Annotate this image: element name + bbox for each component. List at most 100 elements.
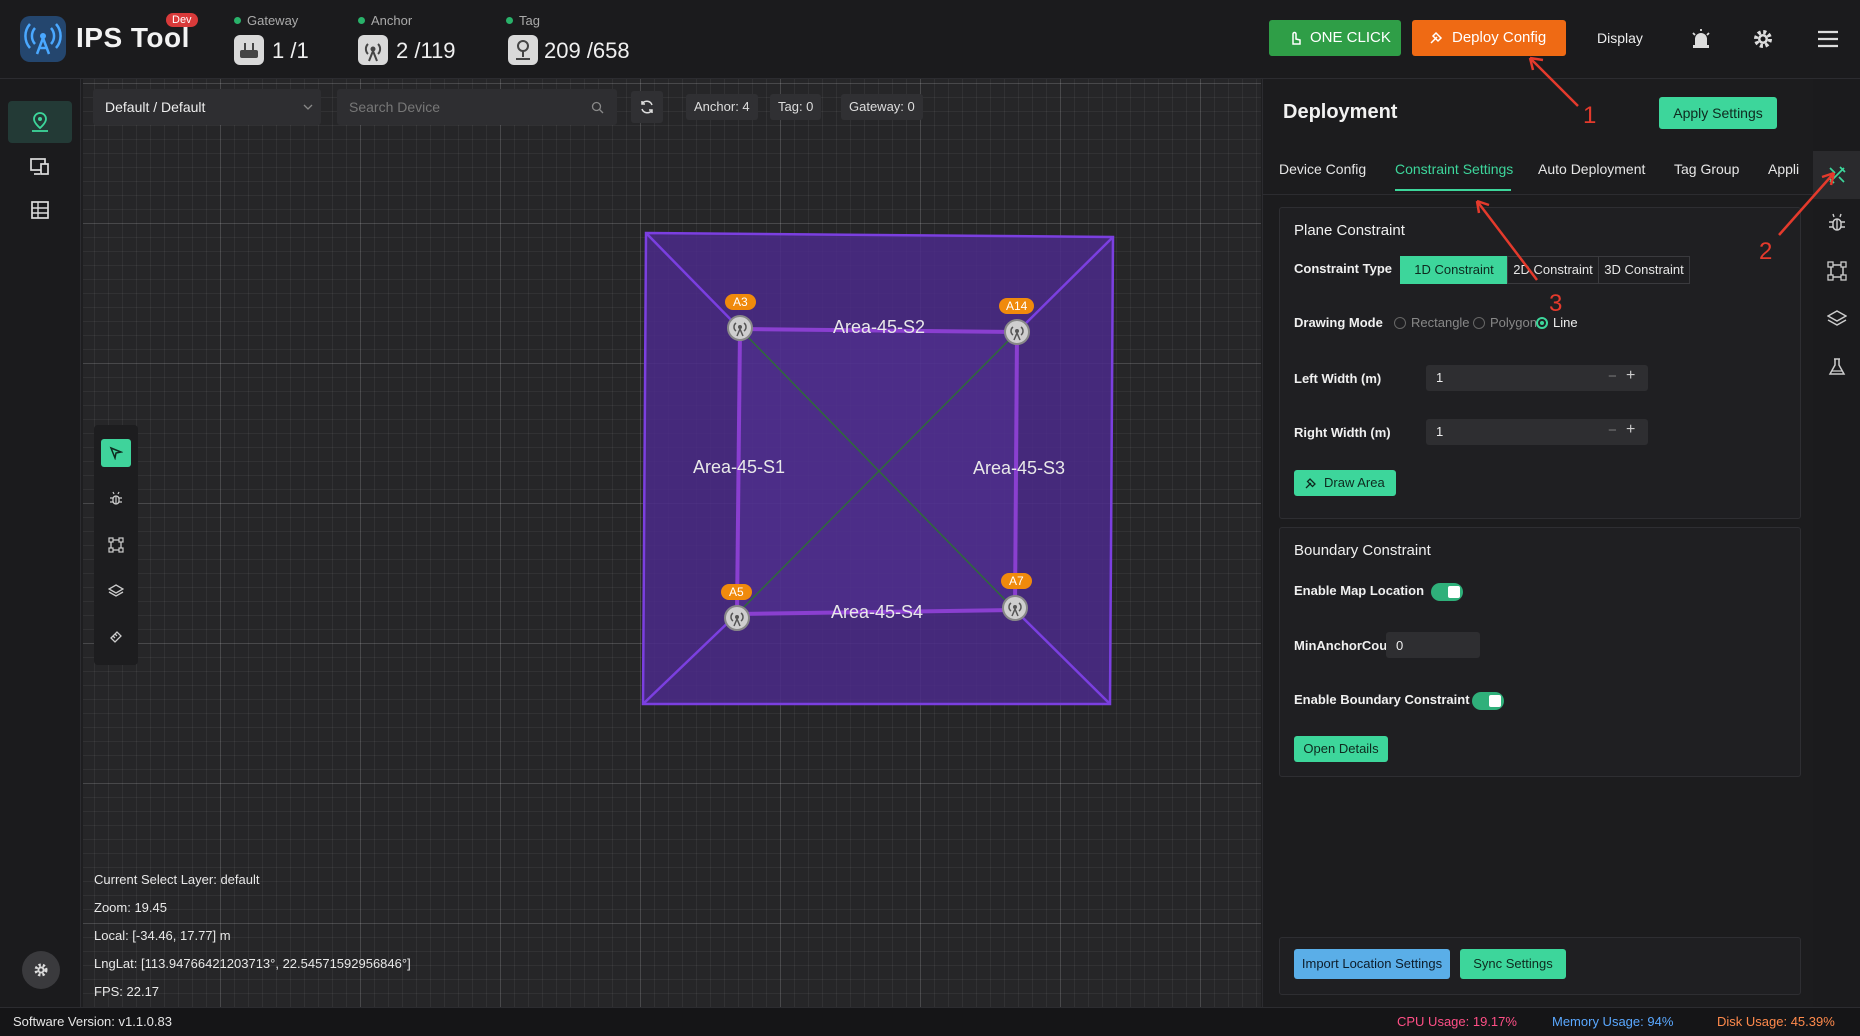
tab-tag-group[interactable]: Tag Group xyxy=(1674,161,1739,177)
fps-info: FPS: 22.17 xyxy=(94,984,160,999)
tab-constraint-settings[interactable]: Constraint Settings xyxy=(1395,161,1513,177)
anchor-a14[interactable]: A14 xyxy=(999,298,1035,314)
software-version: Software Version: v1.1.0.83 xyxy=(13,1014,172,1029)
left-width-value: 1 xyxy=(1436,370,1444,385)
constraint-2d-option[interactable]: 2D Constraint xyxy=(1507,256,1599,284)
enable-boundary-toggle[interactable] xyxy=(1472,692,1504,710)
anchor-a3[interactable]: A3 xyxy=(725,294,756,310)
anchor-badge: A5 xyxy=(721,584,752,600)
anchor-a7[interactable]: A7 xyxy=(1001,573,1032,589)
increment-icon[interactable]: + xyxy=(1626,421,1635,439)
anchor-a5[interactable]: A5 xyxy=(721,584,752,600)
anchor-icon xyxy=(358,35,388,65)
nav-devices[interactable] xyxy=(8,145,72,187)
tab-auto-deployment[interactable]: Auto Deployment xyxy=(1538,161,1645,177)
one-click-button[interactable]: ONE CLICK xyxy=(1269,20,1401,56)
display-button[interactable]: Display xyxy=(1597,30,1643,46)
left-width-input[interactable]: 1 − + xyxy=(1426,365,1648,391)
rail-area-button[interactable] xyxy=(1818,252,1856,290)
dev-badge: Dev xyxy=(166,13,198,27)
polygon-radio-label[interactable]: Polygon xyxy=(1490,315,1537,330)
brush-icon xyxy=(1305,478,1316,489)
tag-stat-label: Tag xyxy=(506,13,540,28)
one-click-label: ONE CLICK xyxy=(1310,29,1391,46)
tag-icon xyxy=(508,35,538,65)
alarm-icon[interactable] xyxy=(1690,28,1712,50)
rail-tools-button[interactable] xyxy=(1818,156,1856,194)
bounding-box-icon xyxy=(1827,261,1847,281)
disk-usage: Disk Usage: 45.39% xyxy=(1717,1014,1835,1029)
measure-tool-button[interactable] xyxy=(101,623,131,651)
annotation-2: 2 xyxy=(1759,238,1773,265)
app-logo xyxy=(20,16,66,62)
online-dot-icon xyxy=(358,17,365,24)
menu-icon[interactable] xyxy=(1816,29,1840,49)
gear-icon xyxy=(34,963,48,977)
constraint-1d-option[interactable]: 1D Constraint xyxy=(1400,256,1508,284)
min-anchor-count-value: 0 xyxy=(1396,638,1404,653)
nav-buildings[interactable] xyxy=(8,189,72,231)
rail-layers-button[interactable] xyxy=(1818,300,1856,338)
right-width-label: Right Width (m) xyxy=(1294,425,1391,440)
right-width-value: 1 xyxy=(1436,424,1444,439)
map-settings-button[interactable] xyxy=(22,951,60,989)
right-width-input[interactable]: 1 − + xyxy=(1426,419,1648,445)
deploy-config-label: Deploy Config xyxy=(1452,29,1547,46)
top-bar: IPS Tool Dev Gateway 1 /1 Anchor 2 /119 … xyxy=(0,0,1860,79)
gateway-count: 1 /1 xyxy=(272,38,309,63)
brush-icon xyxy=(1430,31,1443,44)
tab-application[interactable]: Appli xyxy=(1768,161,1799,177)
plane-constraint-card: Plane Constraint Constraint Type 1D Cons… xyxy=(1279,207,1801,519)
gateway-icon xyxy=(234,35,264,65)
anchor-icon[interactable] xyxy=(1004,319,1030,345)
rail-debug-button[interactable] xyxy=(1818,204,1856,242)
anchor-count: 2 /119 xyxy=(396,38,456,63)
tab-device-config[interactable]: Device Config xyxy=(1279,161,1366,177)
decrement-icon[interactable]: − xyxy=(1608,422,1617,439)
memory-usage: Memory Usage: 94% xyxy=(1552,1014,1674,1029)
sync-settings-button[interactable]: Sync Settings xyxy=(1460,949,1566,979)
drawing-mode-label: Drawing Mode xyxy=(1294,315,1383,330)
decrement-icon[interactable]: − xyxy=(1608,368,1617,385)
current-layer-info: Current Select Layer: default xyxy=(94,872,260,887)
import-location-settings-button[interactable]: Import Location Settings xyxy=(1294,949,1450,979)
enable-boundary-label: Enable Boundary Constraint xyxy=(1294,692,1470,707)
enable-map-location-toggle[interactable] xyxy=(1431,583,1463,601)
building-icon xyxy=(31,201,49,219)
gateway-stat-label: Gateway xyxy=(234,13,298,28)
select-tool-button[interactable] xyxy=(101,439,131,467)
nav-map[interactable] xyxy=(8,101,72,143)
min-anchor-count-input[interactable]: 0 xyxy=(1386,632,1480,658)
draw-area-label: Draw Area xyxy=(1324,475,1385,490)
settings-gear-icon[interactable] xyxy=(1752,28,1774,50)
tabs-divider xyxy=(1263,194,1813,195)
constraint-3d-option[interactable]: 3D Constraint xyxy=(1598,256,1690,284)
map-tool-panel xyxy=(94,425,138,665)
deploy-config-button[interactable]: Deploy Config xyxy=(1412,20,1566,56)
open-details-button[interactable]: Open Details xyxy=(1294,736,1388,762)
debug-tool-button[interactable] xyxy=(101,485,131,513)
flask-icon xyxy=(1828,358,1846,375)
boundary-constraint-card: Boundary Constraint Enable Map Location … xyxy=(1279,527,1801,777)
rectangle-radio[interactable] xyxy=(1394,317,1406,329)
apply-settings-button[interactable]: Apply Settings xyxy=(1659,97,1777,129)
anchor-icon[interactable] xyxy=(1002,595,1028,621)
area-drawing xyxy=(641,231,1115,706)
rectangle-radio-label[interactable]: Rectangle xyxy=(1411,315,1470,330)
draw-area-button[interactable]: Draw Area xyxy=(1294,470,1396,496)
panel-footer: Import Location Settings Sync Settings xyxy=(1279,937,1801,995)
left-nav xyxy=(0,79,81,1007)
anchor-icon[interactable] xyxy=(727,315,753,341)
boundary-constraint-title: Boundary Constraint xyxy=(1294,542,1431,559)
status-bar: Software Version: v1.1.0.83 CPU Usage: 1… xyxy=(0,1007,1860,1036)
area-tool-button[interactable] xyxy=(101,531,131,559)
line-radio[interactable] xyxy=(1536,317,1548,329)
rail-test-button[interactable] xyxy=(1818,348,1856,386)
zoom-info: Zoom: 19.45 xyxy=(94,900,167,915)
map-canvas[interactable]: Default / Default Search Device Anchor: … xyxy=(83,79,1261,1007)
polygon-radio[interactable] xyxy=(1473,317,1485,329)
plane-constraint-title: Plane Constraint xyxy=(1294,222,1405,239)
anchor-icon[interactable] xyxy=(724,605,750,631)
layers-tool-button[interactable] xyxy=(101,577,131,605)
increment-icon[interactable]: + xyxy=(1626,367,1635,385)
